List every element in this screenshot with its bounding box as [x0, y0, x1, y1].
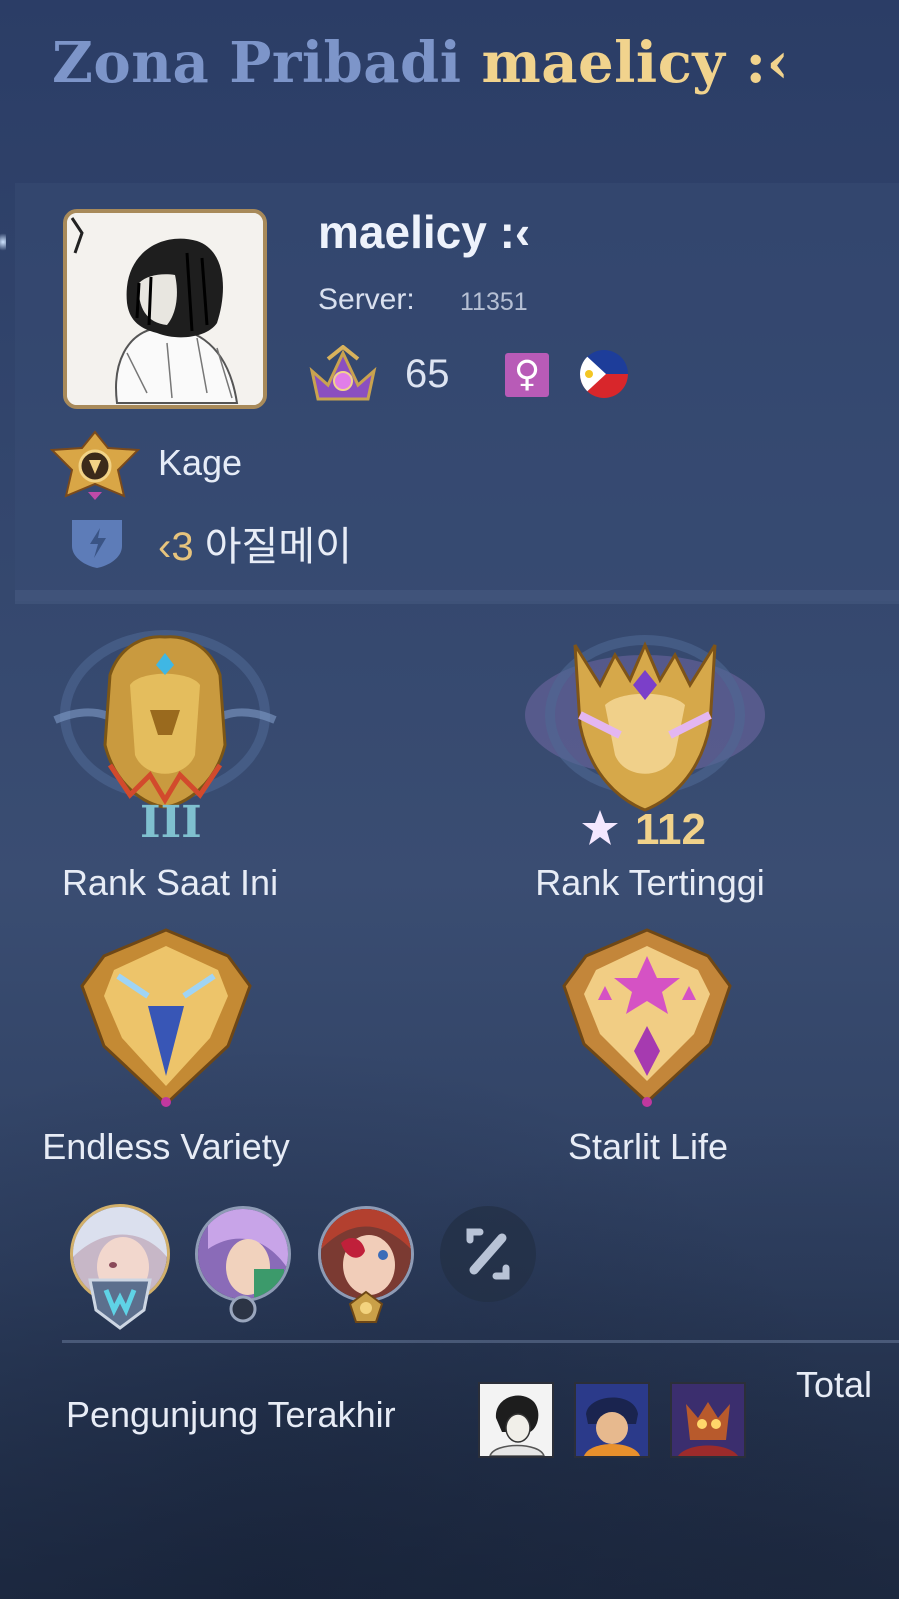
squad-shield-icon[interactable] — [68, 514, 126, 570]
visitor-avatar-1[interactable] — [478, 1382, 554, 1458]
edit-heroes-button[interactable] — [440, 1206, 536, 1302]
visitors-divider — [62, 1340, 899, 1343]
highest-rank-emblem-icon[interactable] — [520, 625, 770, 825]
visitor-image-3 — [672, 1384, 744, 1456]
page-title-prefix: Zona Pribadi — [52, 30, 462, 96]
visitor-avatar-3[interactable] — [670, 1382, 746, 1458]
hero-badge-icon-2 — [229, 1295, 257, 1323]
level-crown-icon — [309, 345, 377, 401]
achievement-label-endless-variety: Endless Variety — [42, 1126, 290, 1167]
visitor-image-1 — [480, 1384, 552, 1456]
endless-variety-emblem-icon[interactable] — [78, 926, 254, 1108]
hero-portrait-3 — [321, 1209, 411, 1299]
total-label: Total — [796, 1364, 873, 1405]
starlit-life-emblem-icon[interactable] — [560, 926, 734, 1108]
current-rank-tier: III — [140, 797, 202, 848]
hero-badge-icon-3 — [348, 1290, 384, 1323]
hero-mastery-badge-icon — [88, 1278, 152, 1330]
squad-prefix: ‹3 — [158, 525, 194, 569]
star-icon — [582, 810, 618, 845]
swap-icon — [466, 1228, 510, 1280]
favorite-hero-3[interactable] — [318, 1206, 414, 1302]
current-rank-emblem-icon[interactable] — [50, 625, 280, 825]
gender-icon: ♀ — [505, 353, 549, 397]
page-title: Zona Pribadi maelicy :‹ — [52, 30, 789, 96]
server-id: 11351 — [460, 288, 528, 316]
highest-rank-stars: 112 — [635, 805, 706, 854]
current-rank-label: Rank Saat Ini — [61, 862, 279, 903]
squad-name-text: 아질메이 — [204, 525, 352, 569]
page-title-name: maelicy :‹ — [481, 30, 790, 96]
favorite-hero-2[interactable] — [195, 1206, 291, 1302]
level-value: 65 — [405, 352, 450, 396]
achievement-label-starlit-life: Starlit Life — [567, 1126, 729, 1167]
philippines-flag-icon — [580, 350, 628, 398]
kage-badge-icon — [49, 430, 141, 500]
recent-visitors-label: Pengunjung Terakhir — [66, 1394, 396, 1435]
avatar-image — [67, 213, 263, 405]
highest-rank-label: Rank Tertinggi — [535, 862, 765, 903]
edge-glow — [0, 230, 6, 254]
title-badge-label: Kage — [158, 442, 243, 483]
squad-name[interactable]: ‹3 아질메이 — [158, 514, 352, 572]
avatar[interactable] — [63, 209, 267, 409]
server-label: Server: — [318, 283, 415, 316]
visitor-avatar-2[interactable] — [574, 1382, 650, 1458]
section-divider — [15, 590, 899, 604]
hero-portrait-2 — [198, 1209, 288, 1299]
username: maelicy :‹ — [318, 206, 531, 258]
visitor-image-2 — [576, 1384, 648, 1456]
